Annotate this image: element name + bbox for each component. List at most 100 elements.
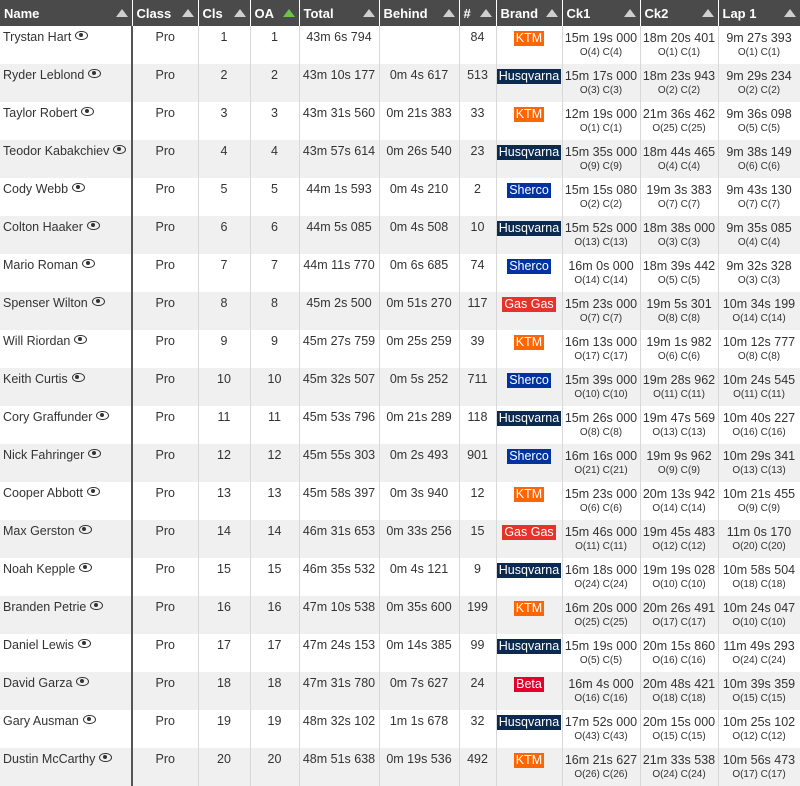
checkpoint1-cell-time: 15m 15s 080	[564, 183, 638, 197]
eye-icon[interactable]	[86, 487, 100, 496]
total-time-cell: 45m 27s 759	[299, 330, 380, 368]
eye-icon[interactable]	[72, 183, 86, 192]
checkpoint1-cell-position: O(3) C(3)	[579, 85, 623, 96]
checkpoint1-cell-time: 16m 18s 000	[564, 563, 638, 577]
sort-arrow-icon[interactable]	[233, 9, 246, 17]
rider-name: Mario Roman	[3, 258, 79, 272]
sort-arrow-icon[interactable]	[282, 9, 295, 17]
total-time-cell: 45m 32s 507	[299, 368, 380, 406]
eye-icon[interactable]	[90, 601, 104, 610]
checkpoint2-cell-time: 19m 47s 569	[642, 411, 716, 425]
sort-arrow-icon[interactable]	[115, 9, 128, 17]
column-header-lap1[interactable]: Lap 1	[718, 0, 800, 26]
eye-icon[interactable]	[82, 259, 96, 268]
sort-arrow-icon[interactable]	[442, 9, 455, 17]
sort-arrow-icon[interactable]	[181, 9, 194, 17]
checkpoint2-cell-position: O(25) C(25)	[652, 123, 706, 134]
class-cell: Pro	[132, 64, 199, 102]
total-time-cell: 44m 11s 770	[299, 254, 380, 292]
bike-number-cell: 12	[459, 482, 497, 520]
column-header-brand[interactable]: Brand	[496, 0, 563, 26]
eye-icon[interactable]	[71, 373, 85, 382]
checkpoint1-cell-position: O(10) C(10)	[574, 389, 628, 400]
checkpoint1-cell-position: O(7) C(7)	[579, 313, 623, 324]
rider-name-cell: Taylor Robert	[0, 102, 133, 140]
eye-icon[interactable]	[88, 69, 102, 78]
column-header-cls[interactable]: Cls	[198, 0, 251, 26]
checkpoint2-cell-position: O(6) C(6)	[657, 351, 701, 362]
checkpoint2-cell-time: 20m 26s 491	[642, 601, 716, 615]
rider-name: Trystan Hart	[3, 30, 72, 44]
brand-badge: KTM	[513, 487, 545, 502]
lap1-cell-position: O(15) C(15)	[732, 693, 786, 704]
lap1-cell-position: O(18) C(18)	[732, 579, 786, 590]
class-cell: Pro	[132, 520, 199, 558]
rider-name: Gary Ausman	[3, 714, 79, 728]
column-header-ck1[interactable]: Ck1	[562, 0, 641, 26]
eye-icon[interactable]	[91, 297, 105, 306]
behind-time-cell: 0m 21s 383	[379, 102, 460, 140]
eye-icon[interactable]	[76, 677, 90, 686]
eye-icon[interactable]	[99, 753, 113, 762]
eye-icon[interactable]	[96, 411, 110, 420]
eye-icon[interactable]	[75, 31, 89, 40]
sort-arrow-icon[interactable]	[362, 9, 375, 17]
table-row: Cody Webb Pro 5 5 44m 1s 593 0m 4s 210 2 Sherco…	[0, 178, 800, 216]
sort-arrow-icon[interactable]	[545, 9, 558, 17]
checkpoint2-cell-position: O(13) C(13)	[652, 427, 706, 438]
rider-name: Cory Graffunder	[3, 410, 93, 424]
table-row: David Garza Pro 18 18 47m 31s 780 0m 7s 627 24…	[0, 672, 800, 710]
sort-arrow-icon[interactable]	[623, 9, 636, 17]
checkpoint2-cell-time: 18m 38s 000	[642, 221, 716, 235]
column-header-number[interactable]: #	[459, 0, 497, 26]
class-position-cell: 5	[198, 178, 251, 216]
column-header-total[interactable]: Total	[299, 0, 380, 26]
brand-cell: Sherco	[496, 444, 563, 482]
column-header-name[interactable]: Name	[0, 0, 133, 26]
bike-number-cell: 117	[459, 292, 497, 330]
behind-time-cell: 0m 4s 121	[379, 558, 460, 596]
eye-icon[interactable]	[86, 221, 100, 230]
lap1-cell: 9m 36s 098 O(5) C(5)	[718, 102, 800, 140]
checkpoint1-cell-time: 15m 26s 000	[564, 411, 638, 425]
overall-position-cell: 6	[250, 216, 300, 254]
sort-arrow-icon[interactable]	[783, 9, 796, 17]
eye-icon[interactable]	[79, 563, 93, 572]
total-time-cell: 47m 10s 538	[299, 596, 380, 634]
eye-icon[interactable]	[113, 145, 127, 154]
checkpoint2-cell: 19m 45s 483 O(12) C(12)	[640, 520, 719, 558]
sort-arrow-icon[interactable]	[701, 9, 714, 17]
class-cell: Pro	[132, 672, 199, 710]
bike-number-cell: 118	[459, 406, 497, 444]
table-row: Colton Haaker Pro 6 6 44m 5s 085 0m 4s 508 10 H…	[0, 216, 800, 254]
column-header-oa[interactable]: OA	[250, 0, 300, 26]
lap1-cell: 9m 35s 085 O(4) C(4)	[718, 216, 800, 254]
checkpoint2-cell-position: O(10) C(10)	[652, 579, 706, 590]
column-header-behind[interactable]: Behind	[379, 0, 460, 26]
eye-icon[interactable]	[77, 639, 91, 648]
eye-icon[interactable]	[78, 525, 92, 534]
sort-arrow-icon[interactable]	[479, 9, 492, 17]
checkpoint2-cell: 20m 48s 421 O(18) C(18)	[640, 672, 719, 710]
brand-cell: Husqvarna	[496, 406, 563, 444]
eye-icon[interactable]	[88, 449, 102, 458]
column-header-ck2[interactable]: Ck2	[640, 0, 719, 26]
header-row: Name Class Cls OA Total Behind # Brand Ck1 Ck2 Lap…	[0, 0, 800, 26]
eye-icon[interactable]	[81, 107, 95, 116]
lap1-cell-position: O(9) C(9)	[737, 503, 781, 514]
bike-number-cell: 32	[459, 710, 497, 748]
overall-position-cell: 9	[250, 330, 300, 368]
class-position-cell: 14	[198, 520, 251, 558]
eye-icon[interactable]	[82, 715, 96, 724]
checkpoint1-cell-time: 15m 19s 000	[564, 639, 638, 653]
checkpoint1-cell-time: 15m 19s 000	[564, 31, 638, 45]
brand-cell: Gas Gas	[496, 292, 563, 330]
brand-cell: KTM	[496, 482, 563, 520]
column-header-class[interactable]: Class	[132, 0, 199, 26]
behind-time-cell: 0m 3s 940	[379, 482, 460, 520]
table-row: Teodor Kabakchiev Pro 4 4 43m 57s 614 0m 26s …	[0, 140, 800, 178]
rider-name: Max Gerston	[3, 524, 75, 538]
eye-icon[interactable]	[74, 335, 88, 344]
checkpoint2-cell-position: O(15) C(15)	[652, 731, 706, 742]
table-header: Name Class Cls OA Total Behind # Brand Ck1 Ck2 Lap…	[0, 0, 800, 26]
